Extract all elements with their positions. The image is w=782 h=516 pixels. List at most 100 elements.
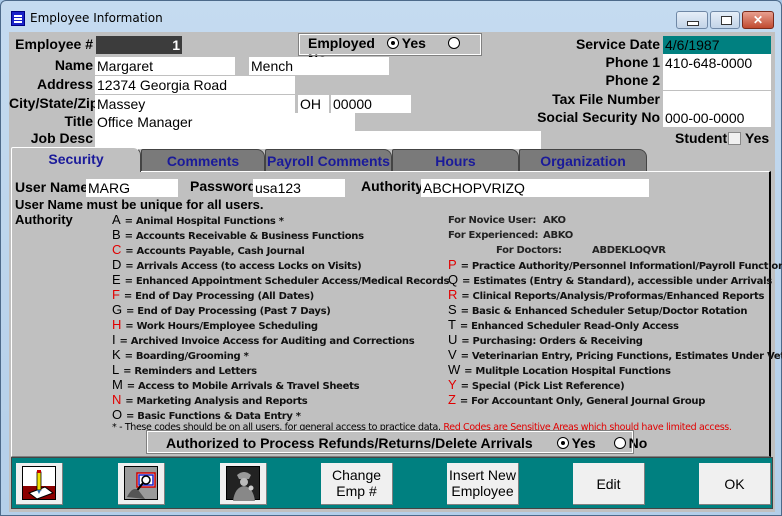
last-name-field[interactable]: Mench (249, 57, 389, 75)
authority-code-line: L = Reminders and Letters (112, 362, 257, 377)
authority-code-line: U = Purchasing: Orders & Receiving (448, 332, 643, 347)
authority-code-line: P = Practice Authority/Personnel Informa… (448, 257, 782, 272)
student-yes-label: Yes (745, 130, 770, 146)
name-label: Name (54, 57, 93, 73)
authority-code-letter: K (112, 347, 121, 362)
authority-code-description: = Clinical Reports/Analysis/Proformas/En… (461, 291, 765, 302)
tab-payroll-comments[interactable]: Payroll Comments (265, 149, 392, 171)
refund-authorization-group: Authorized to Process Refunds/Returns/De… (146, 430, 647, 454)
doctors-preset-label: For Doctors: (496, 245, 562, 256)
authority-code-line: W = Mulitple Location Hospital Functions (448, 362, 671, 377)
authority-code-description: = Veterinarian Entry, Pricing Functions,… (460, 351, 782, 362)
job-desc-label: Job Desc (30, 130, 93, 146)
authority-code-line: G = End of Day Processing (Past 7 Days) (112, 302, 331, 317)
authority-code-letter: Q (448, 272, 458, 287)
service-date-field[interactable]: 4/6/1987 (663, 36, 771, 54)
maximize-button[interactable] (710, 11, 740, 29)
title-field[interactable]: Office Manager (95, 113, 355, 131)
job-desc-field[interactable] (95, 131, 541, 149)
pencil-notepad-icon (22, 466, 56, 500)
authority-code-line: D = Arrivals Access (to access Locks on … (112, 257, 362, 272)
authority-code-line: R = Clinical Reports/Analysis/Proformas/… (448, 287, 764, 302)
phone1-field[interactable]: 410-648-0000 (663, 54, 771, 72)
authority-code-description: = Boarding/Grooming * (124, 351, 249, 362)
authority-code-letter: T (448, 317, 456, 332)
authority-code-letter: F (112, 287, 120, 302)
tab-security[interactable]: Security (11, 147, 141, 172)
authority-code-line: E = Enhanced Appointment Scheduler Acces… (112, 272, 449, 287)
authority-code-description: = Accounts Receivable & Business Functio… (124, 231, 364, 242)
bottom-toolbar: Change Emp # Insert New Employee Edit OK (11, 457, 773, 509)
authority-field[interactable]: ABCHOPVRIZQ (421, 179, 649, 197)
phone1-label: Phone 1 (605, 54, 660, 70)
authority-code-description: = Access to Mobile Arrivals & Travel She… (126, 381, 360, 392)
student-checkbox[interactable] (728, 132, 741, 145)
search-button[interactable] (118, 463, 165, 505)
close-button[interactable] (742, 11, 774, 29)
address-field[interactable]: 12374 Georgia Road (95, 76, 295, 94)
minimize-button[interactable] (676, 11, 708, 29)
tab-organization[interactable]: Organization (519, 149, 647, 171)
refund-label: Authorized to Process Refunds/Returns/De… (166, 435, 533, 451)
refund-no-radio[interactable]: No (613, 435, 647, 451)
authority-code-line: N = Marketing Analysis and Reports (112, 392, 308, 407)
authority-code-description: = Marketing Analysis and Reports (125, 396, 308, 407)
first-name-field[interactable]: Margaret (95, 57, 235, 75)
employee-number-field[interactable]: 1 (96, 36, 182, 54)
authority-code-line: H = Work Hours/Employee Scheduling (112, 317, 318, 332)
zip-field[interactable]: 00000 (331, 95, 411, 113)
authority-code-description: = Work Hours/Employee Scheduling (125, 321, 318, 332)
ok-button[interactable]: OK (699, 463, 771, 505)
tab-hours[interactable]: Hours (392, 149, 519, 171)
employed-label: Employed (308, 35, 375, 51)
phone2-field[interactable] (663, 72, 771, 90)
authority-code-line: C = Accounts Payable, Cash Journal (112, 242, 305, 257)
employee-number-label: Employee # (15, 36, 93, 52)
employed-group: Employed Yes No (298, 33, 482, 67)
authority-code-line: B = Accounts Receivable & Business Funct… (112, 227, 364, 242)
title-label: Title (64, 113, 93, 129)
ssn-label: Social Security No (537, 109, 660, 125)
authority-code-description: = End of Day Processing (Past 7 Days) (126, 306, 331, 317)
password-field[interactable]: usa123 (253, 179, 345, 197)
authority-code-letter: G (112, 302, 122, 317)
authority-code-letter: N (112, 392, 122, 407)
notepad-button[interactable] (16, 463, 63, 505)
change-emp-number-button[interactable]: Change Emp # (321, 463, 393, 505)
password-label: Password (190, 178, 257, 194)
employed-yes-radio[interactable]: Yes (386, 35, 426, 51)
authority-code-letter: E (112, 272, 121, 287)
authority-code-description: = Mulitple Location Hospital Functions (464, 366, 671, 377)
authority-code-description: = Archived Invoice Access for Auditing a… (119, 336, 415, 347)
authority-code-letter: W (448, 362, 460, 377)
username-field[interactable]: MARG (86, 179, 178, 197)
authority-code-letter: M (112, 377, 123, 392)
service-date-label: Service Date (575, 36, 660, 52)
tab-comments[interactable]: Comments (141, 149, 265, 171)
authority-code-line: F = End of Day Processing (All Dates) (112, 287, 314, 302)
detective-button[interactable] (220, 463, 267, 505)
authority-code-letter: C (112, 242, 122, 257)
ssn-field[interactable]: 000-00-0000 (663, 109, 771, 127)
address-label: Address (36, 76, 93, 92)
city-field[interactable]: Massey (95, 95, 295, 113)
tax-file-field[interactable] (663, 91, 771, 109)
phone2-label: Phone 2 (605, 72, 660, 88)
authority-code-line: S = Basic & Enhanced Scheduler Setup/Doc… (448, 302, 747, 317)
detective-icon (226, 466, 260, 501)
refund-yes-radio[interactable]: Yes (556, 435, 596, 451)
edit-button[interactable]: Edit (573, 463, 645, 505)
authority-code-description: = Reminders and Letters (123, 366, 257, 377)
insert-new-employee-button[interactable]: Insert New Employee (447, 463, 519, 505)
state-field[interactable]: OH (298, 95, 329, 113)
radio-selected-icon (386, 37, 399, 49)
authority-code-description: = Estimates (Entry & Standard), accessib… (462, 276, 772, 287)
authority-code-description: = Enhanced Scheduler Read-Only Access (459, 321, 679, 332)
authority-code-letter: A (112, 212, 121, 227)
unique-username-note: User Name must be unique for all users. (15, 197, 264, 212)
magnifier-search-icon (124, 466, 158, 500)
tax-file-label: Tax File Number (552, 91, 660, 107)
radio-empty-icon (447, 37, 460, 49)
authority-code-description: = Basic & Enhanced Scheduler Setup/Docto… (460, 306, 748, 317)
authority-code-description: = Practice Authority/Personnel Informati… (460, 261, 782, 272)
